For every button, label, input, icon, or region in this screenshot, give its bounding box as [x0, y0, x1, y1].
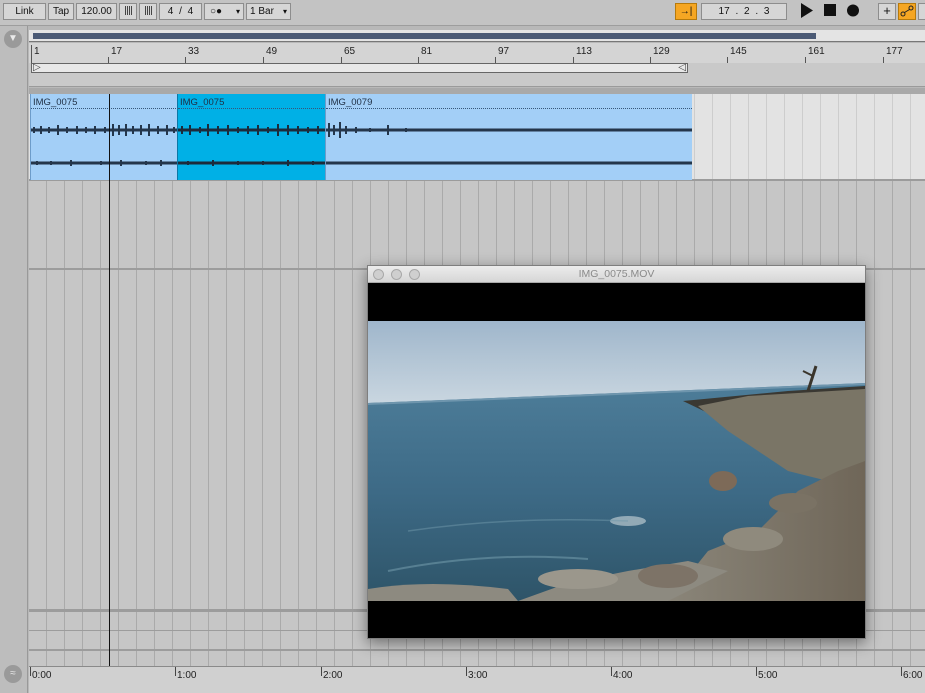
tap-tempo-button[interactable]: Tap: [48, 3, 74, 20]
nudge-down-icon[interactable]: ||||: [119, 3, 137, 20]
ruler-label: 129: [653, 46, 670, 57]
clip-name: IMG_0079: [328, 97, 373, 108]
arrangement-overview[interactable]: [29, 30, 925, 42]
beat-ruler[interactable]: 1 17 33 49 65 81 97 113 129 145 161 177: [29, 43, 925, 63]
waveform-right: [31, 160, 178, 166]
link-button[interactable]: Link: [3, 3, 46, 20]
time-signature-field[interactable]: 4 / 4: [159, 3, 202, 20]
loop-brace[interactable]: ▷ ◁: [31, 63, 688, 73]
waveform-right: [178, 160, 326, 166]
draw-mode-icon[interactable]: ≈: [4, 665, 22, 683]
audio-clip[interactable]: IMG_0075: [30, 94, 178, 180]
waveform-left: [31, 124, 178, 136]
video-window-titlebar[interactable]: IMG_0075.MOV: [368, 266, 865, 283]
add-icon[interactable]: +: [878, 3, 896, 20]
time-signature-denominator: 4: [187, 6, 194, 17]
loop-start-marker-icon[interactable]: ▷: [33, 63, 41, 73]
audio-clip[interactable]: IMG_0079: [325, 94, 692, 180]
tempo-field[interactable]: 120.00: [76, 3, 117, 20]
ruler-label: 113: [576, 46, 592, 57]
time-signature-separator: /: [179, 6, 182, 17]
clip-name: IMG_0075: [180, 97, 225, 108]
ruler-label: 177: [886, 46, 903, 57]
song-position-field[interactable]: 17 . 2 . 3: [701, 3, 787, 20]
ruler-label: 49: [266, 46, 278, 57]
track-divider: [29, 649, 925, 651]
time-ruler[interactable]: 0:00 1:00 2:00 3:00 4:00 5:00 6:00: [29, 666, 925, 693]
clip-header-line: [31, 108, 178, 109]
time-label: 6:00: [903, 670, 923, 681]
control-bar: Link Tap 120.00 |||| |||| 4 / 4 ○● 1 Bar…: [0, 0, 925, 26]
automation-arm-icon[interactable]: [898, 3, 916, 20]
playhead-line[interactable]: [109, 94, 110, 666]
ruler-label: 65: [344, 46, 356, 57]
waveform-left: [326, 122, 692, 138]
ruler-label: 33: [188, 46, 200, 57]
loop-end-marker-icon[interactable]: ◁: [678, 63, 686, 73]
video-window[interactable]: IMG_0075.MOV: [367, 265, 866, 639]
overview-visible-range[interactable]: [33, 33, 816, 39]
video-window-title: IMG_0075.MOV: [578, 268, 655, 280]
follow-arrangement-icon[interactable]: →|: [675, 3, 697, 20]
stop-icon[interactable]: [821, 3, 839, 20]
time-label: 2:00: [323, 670, 343, 681]
ruler-label: 17: [111, 46, 123, 57]
clip-name: IMG_0075: [33, 97, 78, 108]
position-bar: 17: [718, 6, 730, 17]
waveform-left: [178, 124, 326, 136]
lakeshore-video-image: [368, 321, 865, 601]
time-label: 3:00: [468, 670, 488, 681]
time-signature-numerator: 4: [167, 6, 174, 17]
play-icon[interactable]: [797, 3, 817, 20]
clip-header-line: [326, 108, 692, 109]
nudge-up-icon[interactable]: ||||: [139, 3, 157, 20]
left-gutter: ▼ ≈: [0, 26, 28, 693]
clip-header-line: [178, 108, 326, 109]
audio-track-lane[interactable]: IMG_0075 IMG_0075 IMG_0079: [29, 94, 925, 181]
time-label: 1:00: [177, 670, 197, 681]
quantize-dropdown[interactable]: 1 Bar: [246, 3, 291, 20]
ruler-label: 145: [730, 46, 747, 57]
waveform-right: [326, 161, 692, 165]
overflow-control[interactable]: [918, 3, 925, 20]
audio-clip-selected[interactable]: IMG_0075: [177, 94, 326, 180]
time-label: 4:00: [613, 670, 633, 681]
metronome-dropdown[interactable]: ○●: [204, 3, 244, 20]
ruler-label: 161: [808, 46, 825, 57]
position-beat: 2: [744, 6, 750, 17]
collapse-toggle-icon[interactable]: ▼: [4, 30, 22, 48]
ruler-label: 97: [498, 46, 510, 57]
video-frame: [368, 321, 865, 601]
ruler-label: 81: [421, 46, 433, 57]
ruler-label: 1: [34, 46, 40, 57]
position-sixteenth: 3: [763, 6, 770, 17]
metronome-icon: ○●: [210, 6, 223, 17]
record-icon[interactable]: [844, 3, 862, 20]
time-label: 5:00: [758, 670, 778, 681]
time-label: 0:00: [32, 670, 52, 681]
